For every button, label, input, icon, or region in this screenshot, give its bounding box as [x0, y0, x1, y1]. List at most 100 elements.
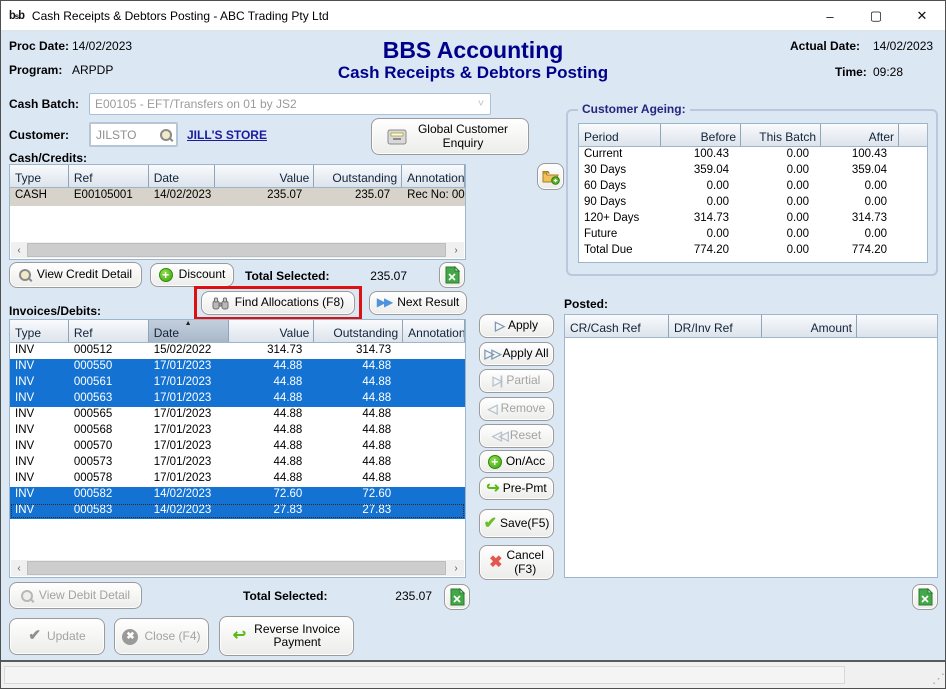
column-header[interactable]: Type	[10, 320, 69, 342]
table-row[interactable]: INV00058314/02/202327.8327.83	[10, 503, 465, 519]
table-cell[interactable]: 314.73	[314, 343, 403, 359]
discount-button[interactable]: + Discount	[150, 263, 234, 287]
table-cell[interactable]: 44.88	[229, 391, 315, 407]
customer-search-icon[interactable]	[160, 129, 172, 141]
column-header[interactable]: Annotation	[402, 165, 465, 187]
column-header[interactable]: Annotation	[403, 320, 465, 342]
table-cell[interactable]: 17/01/2023	[149, 439, 229, 455]
apply-button[interactable]: ▷Apply	[479, 314, 554, 338]
table-cell[interactable]: 17/01/2023	[149, 471, 229, 487]
invoices-body[interactable]: INV00051215/02/2022314.73314.73INV000550…	[10, 343, 465, 519]
scroll-left-icon[interactable]: ‹	[11, 245, 27, 256]
table-cell[interactable]	[403, 439, 465, 455]
scroll-right-icon[interactable]: ›	[448, 245, 464, 256]
close-f4-button[interactable]: ✖ Close (F4)	[114, 618, 209, 655]
maximize-button[interactable]: ▢	[853, 1, 899, 31]
table-cell[interactable]: INV	[10, 455, 69, 471]
table-cell[interactable]: 14/02/2023	[149, 487, 229, 503]
cash-credits-hscrollbar[interactable]: ‹ ›	[11, 242, 464, 258]
table-cell[interactable]: 000512	[69, 343, 149, 359]
table-cell[interactable]: INV	[10, 359, 69, 375]
table-cell[interactable]: E00105001	[69, 188, 149, 206]
table-cell[interactable]: 44.88	[314, 455, 403, 471]
table-cell[interactable]: 235.07	[215, 188, 315, 206]
table-cell[interactable]: 000582	[69, 487, 149, 503]
table-cell[interactable]: 44.88	[229, 471, 315, 487]
table-cell[interactable]: INV	[10, 471, 69, 487]
table-cell[interactable]: 44.88	[229, 375, 315, 391]
cash-credits-body[interactable]: CASHE0010500114/02/2023235.07235.07Rec N…	[10, 188, 465, 206]
table-cell[interactable]: 314.73	[229, 343, 315, 359]
table-row[interactable]: INV00056317/01/202344.8844.88	[10, 391, 465, 407]
table-row[interactable]: INV00055017/01/202344.8844.88	[10, 359, 465, 375]
table-cell[interactable]: 000565	[69, 407, 149, 423]
update-button[interactable]: ✔ Update	[9, 618, 105, 655]
find-allocations-button[interactable]: Find Allocations (F8)	[201, 291, 355, 315]
table-cell[interactable]: 44.88	[314, 439, 403, 455]
table-row[interactable]: INV00057817/01/202344.8844.88	[10, 471, 465, 487]
table-cell[interactable]	[403, 407, 465, 423]
table-cell[interactable]: CASH	[10, 188, 69, 206]
table-cell[interactable]: INV	[10, 423, 69, 439]
invoices-header[interactable]: TypeRefDate▲ValueOutstandingAnnotation	[10, 320, 465, 343]
table-cell[interactable]: 72.60	[229, 487, 315, 503]
close-button[interactable]: ✕	[899, 1, 945, 31]
table-row[interactable]: INV00057317/01/202344.8844.88	[10, 455, 465, 471]
table-cell[interactable]: 000563	[69, 391, 149, 407]
table-row[interactable]: INV00056517/01/202344.8844.88	[10, 407, 465, 423]
table-cell[interactable]: 44.88	[229, 407, 315, 423]
resize-grip[interactable]: ⋰	[932, 671, 943, 687]
posted-table[interactable]: CR/Cash RefDR/Inv RefAmount	[564, 314, 938, 578]
table-cell[interactable]: 44.88	[314, 359, 403, 375]
column-header[interactable]: Date▲	[149, 320, 229, 342]
table-cell[interactable]: 27.83	[229, 503, 315, 519]
table-cell[interactable]: INV	[10, 487, 69, 503]
table-cell[interactable]: 000568	[69, 423, 149, 439]
open-batch-folder-button[interactable]	[537, 163, 564, 190]
table-cell[interactable]: INV	[10, 407, 69, 423]
table-cell[interactable]: 235.07	[314, 188, 402, 206]
column-header[interactable]: Ref	[69, 165, 149, 187]
table-cell[interactable]: 17/01/2023	[149, 391, 229, 407]
table-cell[interactable]: 72.60	[314, 487, 403, 503]
table-cell[interactable]: 000561	[69, 375, 149, 391]
table-cell[interactable]: 17/01/2023	[149, 375, 229, 391]
table-row[interactable]: INV00058214/02/202372.6072.60	[10, 487, 465, 503]
column-header[interactable]: DR/Inv Ref	[669, 315, 762, 337]
remove-button[interactable]: ◁Remove	[479, 397, 554, 421]
table-cell[interactable]: 17/01/2023	[149, 359, 229, 375]
cancel-button[interactable]: ✖ Cancel(F3)	[479, 545, 554, 580]
invoices-table[interactable]: TypeRefDate▲ValueOutstandingAnnotation I…	[9, 319, 466, 578]
table-cell[interactable]	[403, 487, 465, 503]
customer-name-link[interactable]: JILL'S STORE	[187, 128, 267, 142]
table-cell[interactable]: 44.88	[229, 455, 315, 471]
table-cell[interactable]: INV	[10, 503, 69, 519]
view-credit-detail-button[interactable]: View Credit Detail	[9, 262, 142, 288]
table-cell[interactable]	[403, 471, 465, 487]
next-result-button[interactable]: ▶▶ Next Result	[369, 291, 467, 315]
table-cell[interactable]: INV	[10, 375, 69, 391]
table-cell[interactable]	[403, 359, 465, 375]
column-header[interactable]: Outstanding	[314, 320, 403, 342]
table-cell[interactable]: 44.88	[229, 439, 315, 455]
column-header[interactable]: Period	[579, 124, 661, 146]
column-header[interactable]: Ref	[69, 320, 149, 342]
scroll-thumb[interactable]	[27, 561, 446, 575]
table-cell[interactable]: 000570	[69, 439, 149, 455]
column-header[interactable]: After	[821, 124, 899, 146]
table-cell[interactable]: INV	[10, 391, 69, 407]
posted-header[interactable]: CR/Cash RefDR/Inv RefAmount	[565, 315, 937, 338]
invoices-hscrollbar[interactable]: ‹ ›	[11, 560, 464, 576]
table-cell[interactable]: 17/01/2023	[149, 423, 229, 439]
table-cell[interactable]	[403, 423, 465, 439]
cash-batch-select[interactable]: E00105 - EFT/Transfers on 01 by JS2 ˅	[89, 93, 491, 115]
table-cell[interactable]: 000550	[69, 359, 149, 375]
column-header[interactable]: CR/Cash Ref	[565, 315, 669, 337]
table-cell[interactable]: 44.88	[314, 407, 403, 423]
table-cell[interactable]	[403, 375, 465, 391]
table-cell[interactable]: 14/02/2023	[149, 503, 229, 519]
table-cell[interactable]: 17/01/2023	[149, 407, 229, 423]
cash-export-excel-button[interactable]	[439, 262, 465, 288]
table-row[interactable]: INV00057017/01/202344.8844.88	[10, 439, 465, 455]
table-cell[interactable]	[403, 455, 465, 471]
